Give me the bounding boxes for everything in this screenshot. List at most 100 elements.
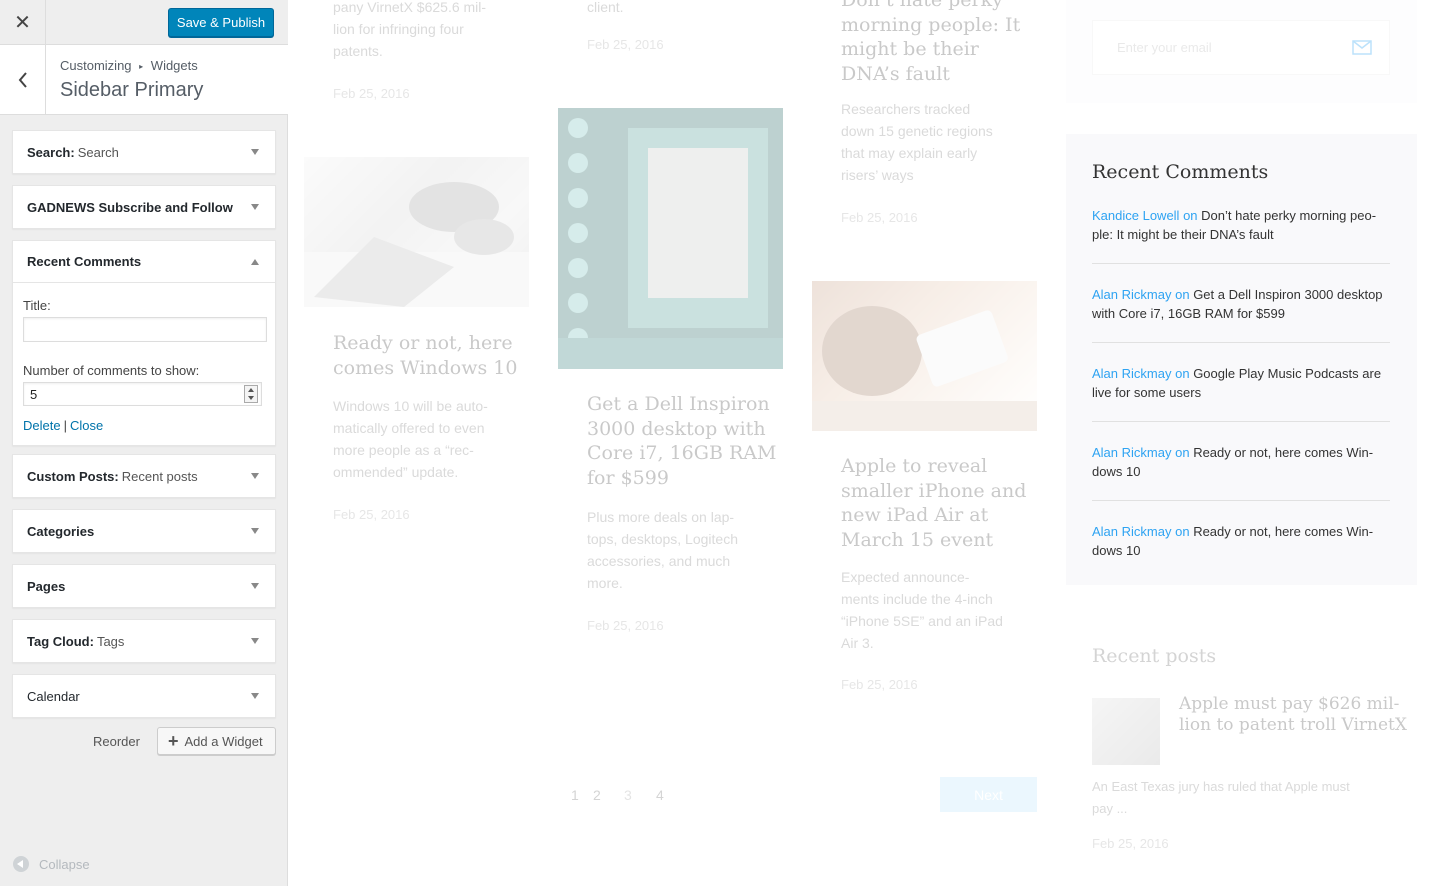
widget-form: Title: Number of comments to show: 5 Del… [13,283,275,445]
pagination-page[interactable]: 4 [656,787,664,803]
divider [1092,421,1390,422]
section-title: Sidebar Primary [60,79,204,101]
email-input[interactable]: Enter your email [1092,20,1390,75]
post-title-link[interactable]: Get a Dell Inspiron 3000 desktop with Co… [587,392,776,490]
count-label: Number of comments to show: [23,363,200,378]
close-customizer-button[interactable]: ✕ [0,0,46,44]
collapse-arrow-icon [13,856,29,872]
widget-name: GADNEWS Subscribe and Follow [27,199,233,215]
circuit-board-image [558,108,783,369]
section-header: Customizing ▸ Widgets Sidebar Primary [0,45,288,115]
stepper-down-icon[interactable] [248,396,254,400]
widget-categories[interactable]: Categories [12,509,276,553]
collapse-button[interactable]: Collapse [13,856,90,872]
post-title-link[interactable]: Apple to reveal smaller iPhone and new i… [841,454,1026,552]
post-date: Feb 25, 2016 [333,507,410,522]
link-separator: | [63,418,67,433]
widget-tag-cloud-header[interactable]: Tag Cloud: Tags [13,620,275,662]
pagination-page[interactable]: 3 [624,787,632,803]
widget-name: Tag Cloud [27,633,90,649]
recent-post-title-link[interactable]: Apple must pay $626 mil- lion to patent … [1179,694,1407,736]
comment-count-value: 5 [30,387,38,402]
post-thumbnail[interactable] [304,157,529,307]
widget-tag-cloud[interactable]: Tag Cloud: Tags [12,619,276,663]
comment-item: Alan Rickmay on Google Play Music Podcas… [1092,364,1390,402]
add-widget-button[interactable]: + Add a Widget [157,727,276,755]
widget-categories-header[interactable]: Categories [13,510,275,552]
widget-search[interactable]: Search: Search [12,130,276,174]
comment-author-link[interactable]: Alan Rickmay [1092,366,1171,381]
post-title-link[interactable]: Ready or not, here comes Windows 10 [333,331,517,380]
post-date: Feb 25, 2016 [841,677,918,692]
post-date: Feb 25, 2016 [333,86,410,101]
close-icon: ✕ [14,11,31,34]
widget-calendar[interactable]: Calendar [12,674,276,718]
recent-comments-widget [1066,134,1417,585]
comment-author-link[interactable]: Alan Rickmay [1092,445,1171,460]
post-date: Feb 25, 2016 [587,37,664,52]
widget-search-header[interactable]: Search: Search [13,131,275,173]
widget-subscribe-follow[interactable]: GADNEWS Subscribe and Follow [12,185,276,229]
number-stepper[interactable] [244,385,258,403]
widget-pages[interactable]: Pages [12,564,276,608]
post-thumbnail[interactable] [558,108,783,369]
expand-arrow-icon[interactable] [251,204,259,210]
pagination-page[interactable]: 1 [571,787,579,803]
widget-recent-comments-header[interactable]: Recent Comments [13,241,275,283]
post-title-link[interactable]: Don’t hate perky morning people: It migh… [841,0,1020,86]
widget-custom-posts[interactable]: Custom Posts: Recent posts [12,454,276,498]
breadcrumb-separator: ▸ [139,62,144,71]
expand-arrow-icon[interactable] [251,149,259,155]
post-date: Feb 25, 2016 [587,618,664,633]
post-excerpt: client. [587,0,624,15]
plus-icon: + [168,730,179,751]
customizer-topbar: ✕ Save & Publish [0,0,288,45]
post-excerpt: Windows 10 will be auto- matically offer… [333,398,488,480]
recent-post-thumbnail[interactable] [1092,698,1160,765]
post-thumbnail[interactable] [812,281,1037,431]
save-publish-button[interactable]: Save & Publish [168,8,274,37]
widget-subscribe-follow-header[interactable]: GADNEWS Subscribe and Follow [13,186,275,228]
delete-link[interactable]: Delete [23,418,61,433]
expand-arrow-icon[interactable] [251,583,259,589]
widget-custom-posts-header[interactable]: Custom Posts: Recent posts [13,455,275,497]
post-excerpt: pany VirnetX $625.6 mil- lion for infrin… [333,0,487,59]
post-excerpt: Plus more deals on lap- tops, desktops, … [587,509,738,591]
widget-name: Recent Comments [27,254,142,269]
customizer-panel: ✕ Save & Publish Customizing ▸ Widgets S… [0,0,288,886]
comment-author-link[interactable]: Alan Rickmay [1092,524,1171,539]
expand-arrow-icon[interactable] [251,693,259,699]
comment-author-link[interactable]: Kandice Lowell [1092,208,1179,223]
widget-pages-header[interactable]: Pages [13,565,275,607]
post-date: Feb 25, 2016 [841,210,918,225]
recent-posts-title: Recent posts [1092,645,1217,667]
next-page-button[interactable]: Next [940,777,1037,812]
expand-arrow-icon[interactable] [251,473,259,479]
breadcrumb: Customizing ▸ Widgets [60,58,198,73]
widget-name: Search [27,144,71,160]
back-button[interactable] [0,45,46,114]
title-input[interactable] [23,317,267,342]
divider [1092,263,1390,264]
comment-author-link[interactable]: Alan Rickmay [1092,287,1171,302]
comment-item: Alan Rickmay on Get a Dell Inspiron 3000… [1092,285,1390,323]
breadcrumb-root: Customizing [60,58,132,73]
collapse-label: Collapse [39,856,90,872]
expand-arrow-icon[interactable] [251,528,259,534]
close-link[interactable]: Close [70,418,103,433]
stepper-up-icon[interactable] [248,388,254,392]
widget-recent-comments[interactable]: Recent Comments Title: Number of comment… [12,240,276,446]
recent-post-date: Feb 25, 2016 [1092,836,1169,851]
envelope-icon[interactable] [1352,40,1372,55]
widget-calendar-header[interactable]: Calendar [13,675,275,717]
comment-count-input[interactable]: 5 [23,382,262,406]
breadcrumb-current: Widgets [150,58,198,73]
collapse-arrow-icon[interactable] [251,259,259,265]
tablet-hands-image [812,306,1037,431]
expand-arrow-icon[interactable] [251,638,259,644]
reorder-link[interactable]: Reorder [93,734,140,749]
pagination-page[interactable]: 2 [593,787,601,803]
recent-comments-title: Recent Comments [1092,161,1269,183]
divider [1092,342,1390,343]
widget-subtitle: Tags [96,633,125,649]
